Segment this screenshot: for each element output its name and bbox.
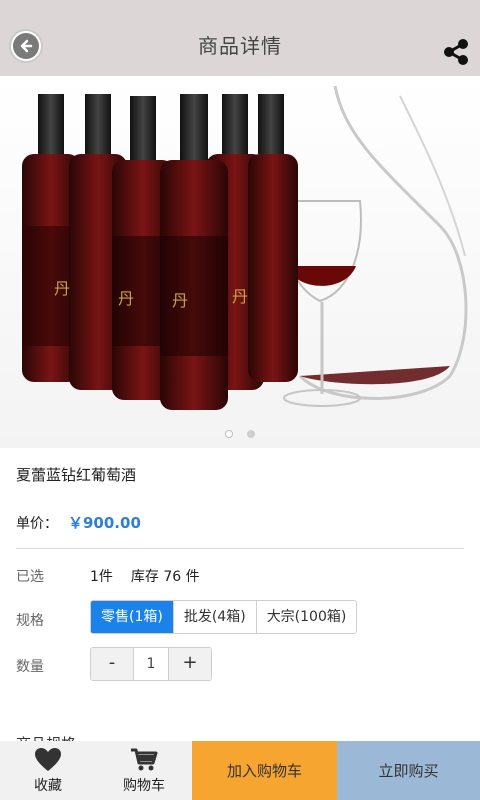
- svg-text:丹: 丹: [232, 287, 248, 306]
- spec-selector: 零售(1箱) 批发(4箱) 大宗(100箱): [90, 600, 358, 634]
- favorite-label: 收藏: [34, 777, 62, 794]
- spec-label: 规格: [16, 613, 44, 629]
- carousel-dot[interactable]: [247, 430, 255, 438]
- favorite-button[interactable]: 收藏: [0, 741, 96, 800]
- price-label: 单价：: [16, 516, 58, 532]
- add-to-cart-button[interactable]: 加入购物车: [192, 741, 337, 800]
- spec-option-wholesale[interactable]: 批发(4箱): [173, 601, 257, 633]
- page-title: 商品详情: [198, 34, 282, 58]
- quantity-decrease-button[interactable]: -: [91, 648, 133, 680]
- svg-text:丹: 丹: [54, 279, 70, 298]
- cart-icon: [131, 748, 158, 770]
- quantity-increase-button[interactable]: +: [169, 648, 211, 680]
- heart-icon: [35, 747, 61, 771]
- svg-text:丹: 丹: [118, 289, 134, 308]
- cart-tab[interactable]: 购物车: [96, 741, 192, 800]
- buy-now-button[interactable]: 立即购买: [337, 741, 480, 800]
- carousel-indicators: [0, 430, 480, 438]
- spec-option-retail[interactable]: 零售(1箱): [91, 601, 174, 633]
- quantity-label: 数量: [16, 659, 44, 675]
- product-name: 夏蕾蓝钻红葡萄酒: [16, 466, 137, 484]
- bottom-action-bar: 收藏 购物车 加入购物车 立即购买: [0, 741, 480, 800]
- app-header: 商品详情: [0, 0, 480, 76]
- stock-count: 库存 76 件: [130, 569, 200, 585]
- divider: [16, 548, 464, 549]
- quantity-input[interactable]: 1: [133, 648, 169, 680]
- share-icon[interactable]: [442, 38, 470, 66]
- product-image-carousel[interactable]: 丹 丹 丹 丹: [0, 76, 480, 448]
- spec-option-bulk[interactable]: 大宗(100箱): [256, 601, 357, 633]
- selected-count: 1件: [90, 569, 113, 585]
- wine-product-image: 丹 丹 丹 丹: [22, 85, 468, 410]
- svg-text:丹: 丹: [172, 291, 188, 310]
- quantity-stepper: - 1 +: [90, 647, 212, 681]
- product-price: ￥900.00: [68, 514, 141, 532]
- cart-label: 购物车: [123, 777, 165, 794]
- price-row: 单价： ￥900.00: [16, 512, 141, 533]
- selected-summary: 1件 库存 76 件: [90, 566, 200, 586]
- carousel-dot[interactable]: [225, 430, 233, 438]
- selected-label: 已选: [16, 569, 44, 585]
